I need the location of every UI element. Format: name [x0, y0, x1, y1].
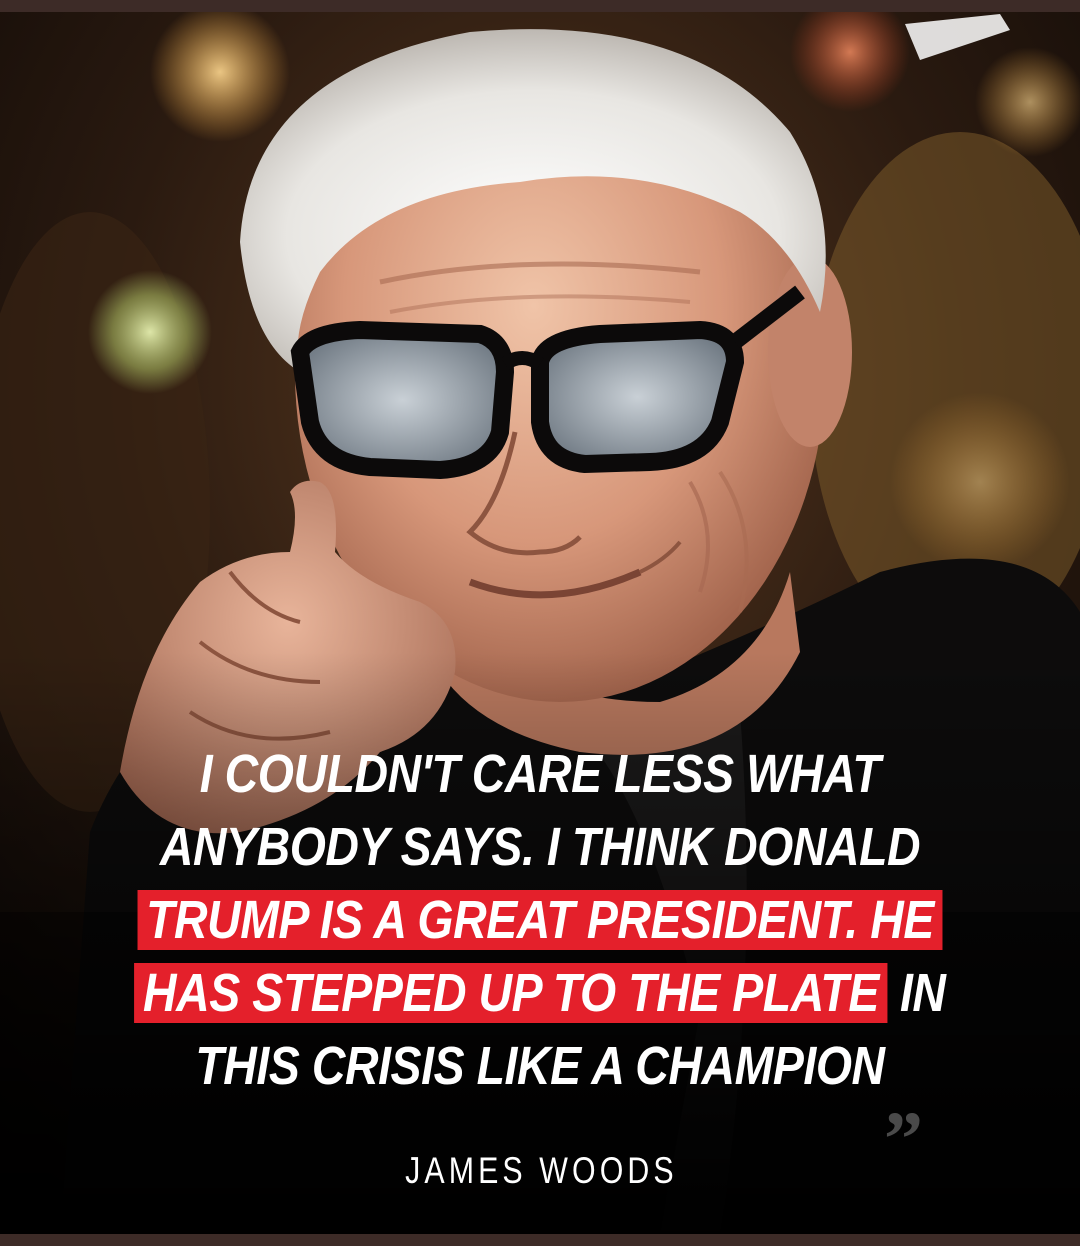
quote-text: I COULDN'T CARE LESS WHAT ANYBODY SAYS. …: [76, 738, 1005, 1103]
quote-line-1: I COULDN'T CARE LESS WHAT: [199, 744, 881, 804]
quote-line-2: ANYBODY SAYS. I THINK DONALD: [159, 817, 921, 877]
quote-line-4-rest: IN: [887, 963, 946, 1023]
quote-highlight-1: TRUMP IS A GREAT PRESIDENT. HE: [137, 890, 943, 950]
quote-line-3: TRUMP IS A GREAT PRESIDENT. HE: [76, 884, 1005, 957]
quote-line-4: HAS STEPPED UP TO THE PLATE IN: [76, 957, 1005, 1030]
quote-highlight-2: HAS STEPPED UP TO THE PLATE: [134, 963, 888, 1023]
quote-line-5: THIS CRISIS LIKE A CHAMPION: [195, 1036, 885, 1096]
image-frame: I COULDN'T CARE LESS WHAT ANYBODY SAYS. …: [0, 0, 1080, 1246]
quote-attribution: JAMES WOODS: [405, 1150, 678, 1191]
